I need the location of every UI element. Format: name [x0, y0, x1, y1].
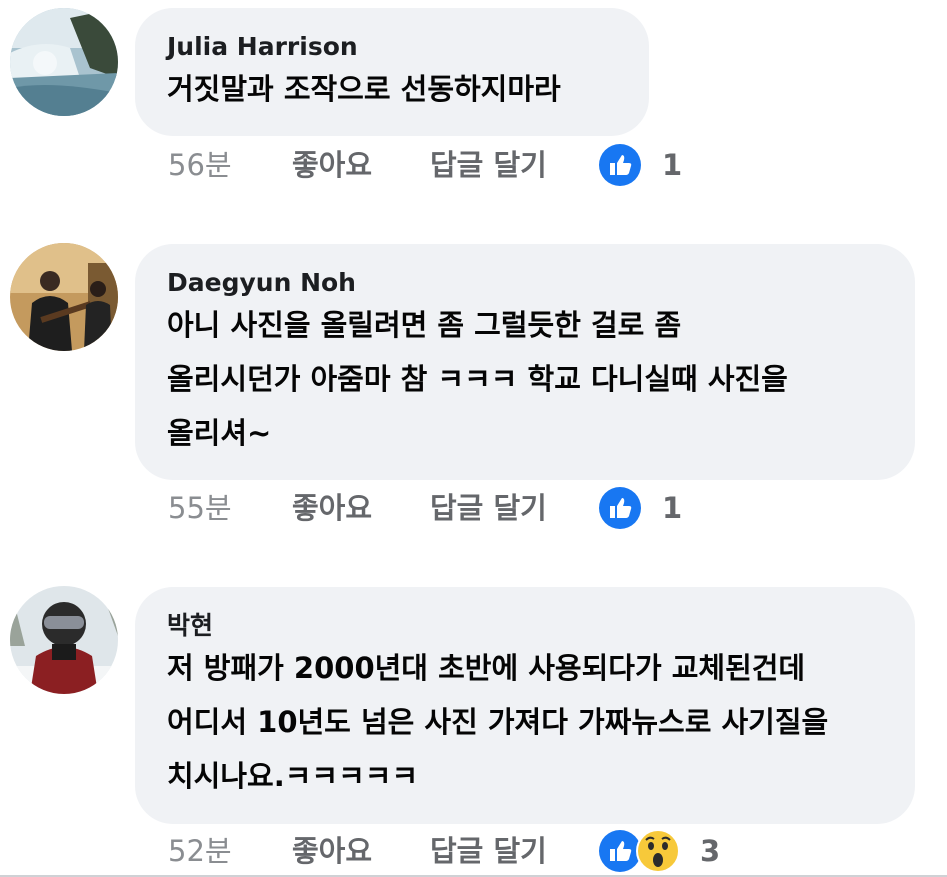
author-name[interactable]: Julia Harrison: [167, 30, 619, 64]
avatar-waterfall-image: [10, 8, 118, 116]
comment-actions: 56분 좋아요 답글 달기 1: [168, 140, 868, 190]
comment-time[interactable]: 55분: [168, 483, 232, 533]
wow-icon: [636, 829, 680, 873]
comment-text: 거짓말과 조작으로 선동하지마라: [167, 72, 561, 106]
reactions[interactable]: 1: [598, 486, 682, 530]
comment-actions: 55분 좋아요 답글 달기 1: [168, 483, 868, 533]
author-name[interactable]: 박현: [167, 609, 885, 643]
comment-time[interactable]: 56분: [168, 140, 232, 190]
reaction-count: 3: [700, 834, 721, 868]
comment-time[interactable]: 52분: [168, 826, 232, 876]
comment-text: 아니 사진을 올릴려면 좀 그럴듯한 걸로 좀 올리시던가 아줌마 참 ㅋㅋㅋ …: [167, 308, 788, 450]
like-button[interactable]: 좋아요: [292, 826, 372, 876]
author-name[interactable]: Daegyun Noh: [167, 266, 885, 300]
avatar[interactable]: [10, 8, 118, 116]
like-icon: [599, 487, 641, 529]
comment-actions: 52분 좋아요 답글 달기 3: [168, 826, 868, 876]
reactions[interactable]: 3: [598, 829, 720, 873]
reactions[interactable]: 1: [598, 143, 682, 187]
avatar-band-image: [10, 243, 118, 351]
comment-bubble: Daegyun Noh 아니 사진을 올릴려면 좀 그럴듯한 걸로 좀 올리시던…: [135, 244, 915, 480]
reaction-count: 1: [662, 491, 683, 525]
reply-button[interactable]: 답글 달기: [430, 483, 547, 533]
reply-button[interactable]: 답글 달기: [430, 140, 547, 190]
avatar-ski-image: [10, 586, 118, 694]
like-icon: [599, 144, 641, 186]
reaction-count: 1: [662, 148, 683, 182]
comment-bubble: 박현 저 방패가 2000년대 초반에 사용되다가 교체된건데 어디서 10년도…: [135, 587, 915, 824]
avatar[interactable]: [10, 586, 118, 694]
like-button[interactable]: 좋아요: [292, 140, 372, 190]
comment-bubble: Julia Harrison 거짓말과 조작으로 선동하지마라: [135, 8, 649, 136]
reply-button[interactable]: 답글 달기: [430, 826, 547, 876]
like-button[interactable]: 좋아요: [292, 483, 372, 533]
avatar[interactable]: [10, 243, 118, 351]
comment-text: 저 방패가 2000년대 초반에 사용되다가 교체된건데 어디서 10년도 넘은…: [167, 651, 829, 793]
